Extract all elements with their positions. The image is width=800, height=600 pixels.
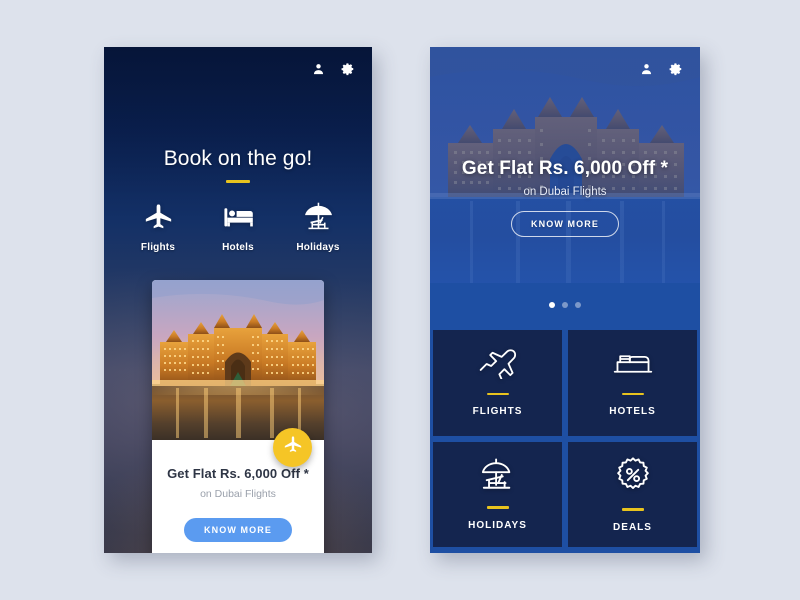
offer-card[interactable]: Get Flat Rs. 6,000 Off * on Dubai Flight… [152,280,324,553]
carousel-pagination[interactable] [430,302,700,308]
beach-umbrella-icon [303,202,334,233]
tile-label: FLIGHTS [472,406,523,417]
hero-headline: Get Flat Rs. 6,000 Off * [461,158,669,179]
hero-copy: Get Flat Rs. 6,000 Off * on Dubai Flight… [430,158,700,237]
tile-accent-rule [486,392,509,395]
book-flight-fab[interactable] [273,428,312,467]
offer-card-stack: Get Flat Rs. 6,000 Off * on Dubai Flight… [152,280,324,553]
person-icon[interactable] [312,62,325,76]
top-bar-right [430,47,700,91]
phone-screen-home-book-on-the-go: Book on the go! Flights Hotels Holidays … [104,47,372,553]
person-icon[interactable] [640,62,653,76]
tile-holidays[interactable]: HOLIDAYS [433,441,562,547]
tile-label: HOTELS [609,406,656,417]
quick-nav-item-hotels[interactable]: Hotels [202,202,274,253]
offer-title: Get Flat Rs. 6,000 Off * [167,466,309,481]
title-accent-rule [226,180,250,183]
quick-nav-item-flights[interactable]: Flights [122,202,194,253]
quick-nav-item-holidays[interactable]: Holidays [282,202,354,253]
know-more-button[interactable]: KNOW MORE [184,518,292,542]
quick-nav-label: Hotels [222,242,254,253]
quick-nav-label: Holidays [296,242,340,253]
mockup-stage: Book on the go! Flights Hotels Holidays … [0,0,800,600]
percent-badge-icon [614,456,652,494]
hero-subhead: on Dubai Flights [523,186,607,198]
carousel-dot-3[interactable] [575,302,581,308]
bed-icon [612,349,654,379]
tile-hotels[interactable]: HOTELS [568,330,697,436]
airplane-icon [283,435,303,460]
tile-flights[interactable]: FLIGHTS [433,330,562,436]
beach-umbrella-icon [478,458,518,492]
carousel-dot-1[interactable] [549,302,555,308]
tile-accent-rule [486,506,509,509]
gear-icon[interactable] [669,62,683,76]
airplane-icon [143,202,174,233]
phone-screen-home-dashboard: Get Flat Rs. 6,000 Off * on Dubai Flight… [430,47,700,553]
top-bar-left [104,47,372,91]
know-more-button[interactable]: KNOW MORE [511,211,619,237]
tile-accent-rule [621,508,644,511]
quick-nav-label: Flights [140,242,176,253]
offer-subtitle: on Dubai Flights [200,488,276,500]
tile-deals[interactable]: DEALS [568,441,697,547]
bed-icon [223,202,254,233]
gear-icon[interactable] [341,62,355,76]
tile-label: HOLIDAYS [468,519,527,531]
carousel-dot-2[interactable] [562,302,568,308]
tile-label: DEALS [613,521,652,533]
airplane-takeoff-icon [477,348,519,379]
offer-card-image [152,280,324,440]
tile-accent-rule [621,392,644,395]
quick-nav: Flights Hotels Holidays [104,202,372,253]
category-tile-grid: FLIGHTS HOTELS HOLIDAYS DEALS [430,330,700,553]
page-title: Book on the go! [163,147,313,170]
